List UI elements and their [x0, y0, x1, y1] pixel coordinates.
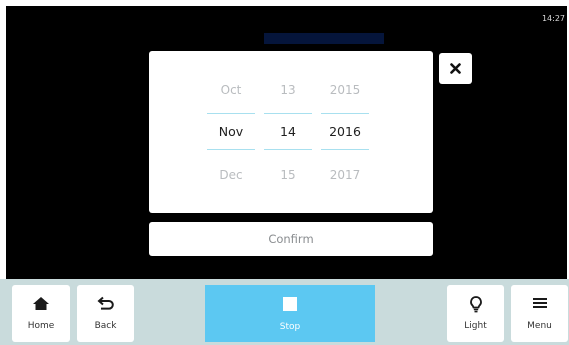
year-selected[interactable]: 2016: [321, 124, 369, 139]
stop-label: Stop: [279, 322, 301, 332]
date-picker: Oct Nov Dec 13 14 15 2015 2016 2017: [149, 51, 433, 213]
home-icon: [33, 297, 49, 310]
home-button[interactable]: Home: [12, 285, 70, 342]
status-time: 14:27: [541, 14, 565, 23]
close-button[interactable]: [439, 53, 472, 84]
month-next[interactable]: Dec: [207, 168, 255, 182]
bottom-navbar: Home Back Stop Light Menu: [0, 279, 569, 345]
year-prev[interactable]: 2015: [321, 83, 369, 97]
day-prev[interactable]: 13: [264, 83, 312, 97]
selection-line-bottom: [207, 149, 255, 150]
stop-icon: [283, 297, 297, 311]
year-wheel[interactable]: 2015 2016 2017: [321, 51, 369, 213]
home-label: Home: [27, 321, 55, 331]
day-selected[interactable]: 14: [264, 124, 312, 139]
month-selected[interactable]: Nov: [207, 124, 255, 139]
confirm-button[interactable]: Confirm: [149, 222, 433, 256]
day-next[interactable]: 15: [264, 168, 312, 182]
menu-button[interactable]: Menu: [511, 285, 568, 342]
day-wheel[interactable]: 13 14 15: [264, 51, 312, 213]
back-arrow-icon: [96, 296, 114, 310]
back-button[interactable]: Back: [77, 285, 134, 342]
light-label: Light: [464, 321, 487, 331]
selection-line-top: [321, 113, 369, 114]
selection-line-bottom: [264, 149, 312, 150]
close-icon: [450, 63, 461, 74]
stop-button[interactable]: Stop: [205, 285, 375, 342]
hamburger-menu-icon: [532, 298, 547, 308]
menu-label: Menu: [527, 321, 552, 331]
lightbulb-icon: [469, 296, 482, 313]
selection-line-top: [207, 113, 255, 114]
selection-line-top: [264, 113, 312, 114]
month-wheel[interactable]: Oct Nov Dec: [207, 51, 255, 213]
background-hint: [264, 33, 384, 44]
month-prev[interactable]: Oct: [207, 83, 255, 97]
year-next[interactable]: 2017: [321, 168, 369, 182]
back-label: Back: [94, 321, 117, 331]
selection-line-bottom: [321, 149, 369, 150]
screen: 14:27 Oct Nov Dec 13 14 15 2015 2016 201…: [6, 6, 567, 279]
light-button[interactable]: Light: [447, 285, 504, 342]
